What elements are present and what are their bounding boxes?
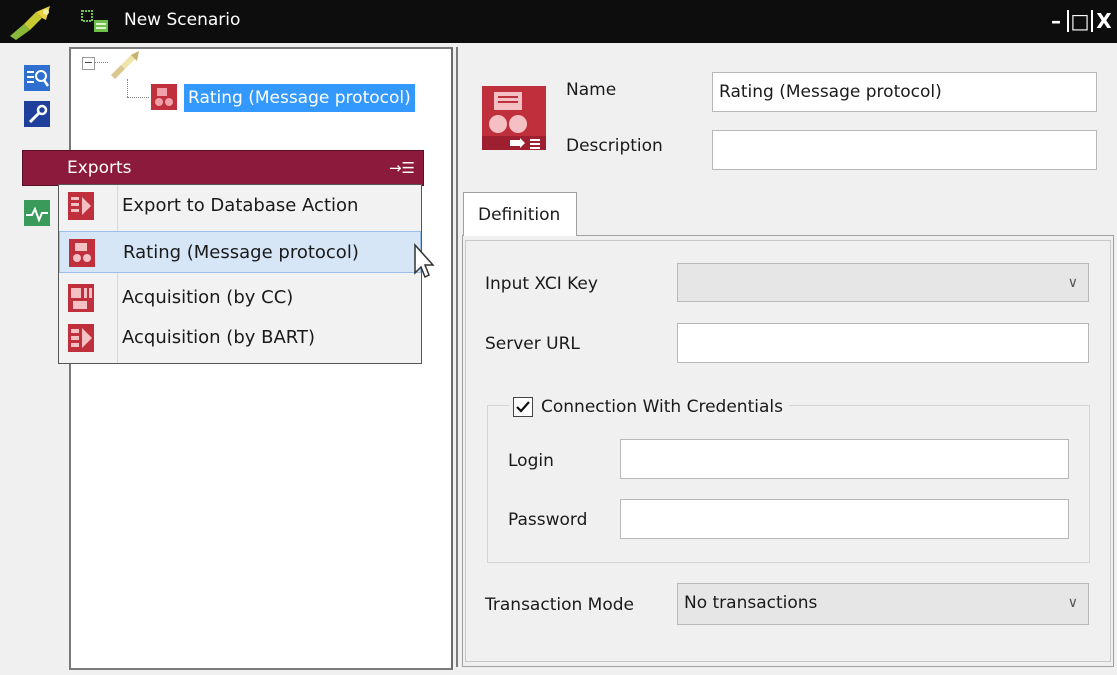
credentials-checkbox[interactable] (513, 397, 533, 417)
password-label: Password (508, 510, 588, 530)
menu-item-acquisition-by-cc[interactable]: Acquisition (by CC) (59, 277, 421, 319)
chevron-down-icon: ∨ (1067, 275, 1078, 291)
tree-node-label[interactable]: Rating (Message protocol) (184, 84, 415, 112)
menu-item-rating-message-protocol[interactable]: Rating (Message protocol) (59, 231, 421, 273)
collapse-toggle-icon[interactable]: − (82, 57, 95, 70)
menu-item-acquisition-by-bart[interactable]: Acquisition (by BART) (59, 317, 421, 359)
app-logo-icon (6, 2, 58, 42)
server-url-field[interactable] (677, 323, 1089, 363)
acquisition-bart-icon (67, 323, 97, 353)
server-url-label: Server URL (485, 334, 580, 354)
menu-item-export-to-database[interactable]: Export to Database Action (59, 185, 421, 227)
minimize-button[interactable]: – (1045, 8, 1067, 34)
menu-item-label: Acquisition (by BART) (122, 327, 316, 348)
tree-connector (94, 62, 108, 63)
tree-connector (127, 79, 128, 97)
export-arrow-icon: →☰ (388, 159, 415, 177)
description-label: Description (566, 136, 663, 156)
credentials-group (487, 405, 1090, 563)
title-bar: New Scenario – □ X (0, 0, 1117, 43)
tree-connector (127, 97, 149, 98)
acquisition-cc-icon (67, 283, 97, 313)
connection-with-credentials[interactable]: Connection With Credentials (509, 392, 789, 422)
description-field[interactable] (712, 130, 1097, 170)
close-button[interactable]: X (1093, 8, 1115, 34)
monitor-activity-icon[interactable] (24, 200, 50, 226)
rating-node-icon[interactable] (149, 82, 181, 112)
mouse-cursor-icon (407, 243, 435, 283)
window-controls: – □ X (1045, 8, 1115, 34)
password-field[interactable] (620, 499, 1069, 539)
tool-strip (0, 43, 62, 675)
maximize-button[interactable]: □ (1069, 8, 1091, 34)
transaction-mode-value: No transactions (684, 593, 818, 613)
exports-menu-header: Exports →☰ (22, 150, 424, 186)
input-xci-key-label: Input XCI Key (485, 274, 598, 294)
login-field[interactable] (620, 439, 1069, 479)
rating-icon (68, 238, 98, 268)
window-title: New Scenario (124, 10, 241, 30)
menu-item-label: Rating (Message protocol) (123, 242, 359, 263)
chevron-down-icon: ∨ (1067, 595, 1078, 611)
wrench-icon[interactable] (24, 101, 50, 127)
tab-definition[interactable]: Definition (463, 192, 577, 236)
input-xci-key-select[interactable]: ∨ (677, 263, 1089, 302)
name-label: Name (566, 80, 617, 100)
login-label: Login (508, 451, 554, 471)
scenario-root-icon[interactable] (107, 49, 143, 79)
menu-item-label: Export to Database Action (122, 195, 359, 216)
name-field[interactable]: Rating (Message protocol) (712, 72, 1097, 112)
transaction-mode-select[interactable]: No transactions ∨ (677, 583, 1089, 625)
database-export-icon (67, 191, 97, 221)
transaction-mode-label: Transaction Mode (485, 595, 634, 615)
search-list-icon[interactable] (24, 65, 50, 91)
menu-item-label: Acquisition (by CC) (122, 287, 294, 308)
credentials-checkbox-label: Connection With Credentials (541, 397, 783, 417)
scenario-icon (80, 8, 112, 36)
rating-action-icon (480, 84, 548, 152)
exports-title: Exports (67, 158, 132, 178)
exports-menu: Export to Database Action Rating (Messag… (58, 184, 422, 364)
